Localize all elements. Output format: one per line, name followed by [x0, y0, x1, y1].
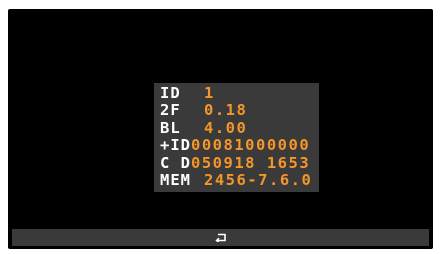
info-label-id: ID	[160, 84, 181, 102]
info-label-bl: BL	[160, 118, 181, 137]
info-row-id: ID 1	[160, 84, 319, 102]
device-info-panel: ID 1 2F 0.18 BL 4.00 +ID 00081000000 C D…	[154, 83, 319, 192]
back-button[interactable]	[213, 232, 229, 244]
info-value-mem: 2456-7.6.0	[204, 170, 313, 189]
info-label-cd: C D	[160, 153, 191, 172]
info-value-plus-id: 00081000000	[191, 136, 311, 155]
info-value-2f: 0.18	[204, 101, 248, 120]
info-value-id: 1	[204, 84, 215, 102]
info-value-cd: 050918 1653	[191, 153, 311, 172]
info-value-bl: 4.00	[204, 118, 248, 137]
info-label-plus-id: +ID	[160, 136, 191, 155]
info-row-bl: BL 4.00	[160, 118, 319, 137]
info-row-plus-id: +ID 00081000000	[160, 136, 319, 155]
info-row-2f: 2F 0.18	[160, 101, 319, 120]
info-label-2f: 2F	[160, 101, 181, 120]
info-row-mem: MEM 2456-7.6.0	[160, 170, 319, 189]
info-label-mem: MEM	[160, 170, 191, 189]
return-arrow-icon	[214, 233, 226, 242]
camera-screen: ID 1 2F 0.18 BL 4.00 +ID 00081000000 C D…	[8, 9, 433, 249]
bottom-bar	[12, 229, 429, 246]
info-row-cd: C D 050918 1653	[160, 153, 319, 172]
